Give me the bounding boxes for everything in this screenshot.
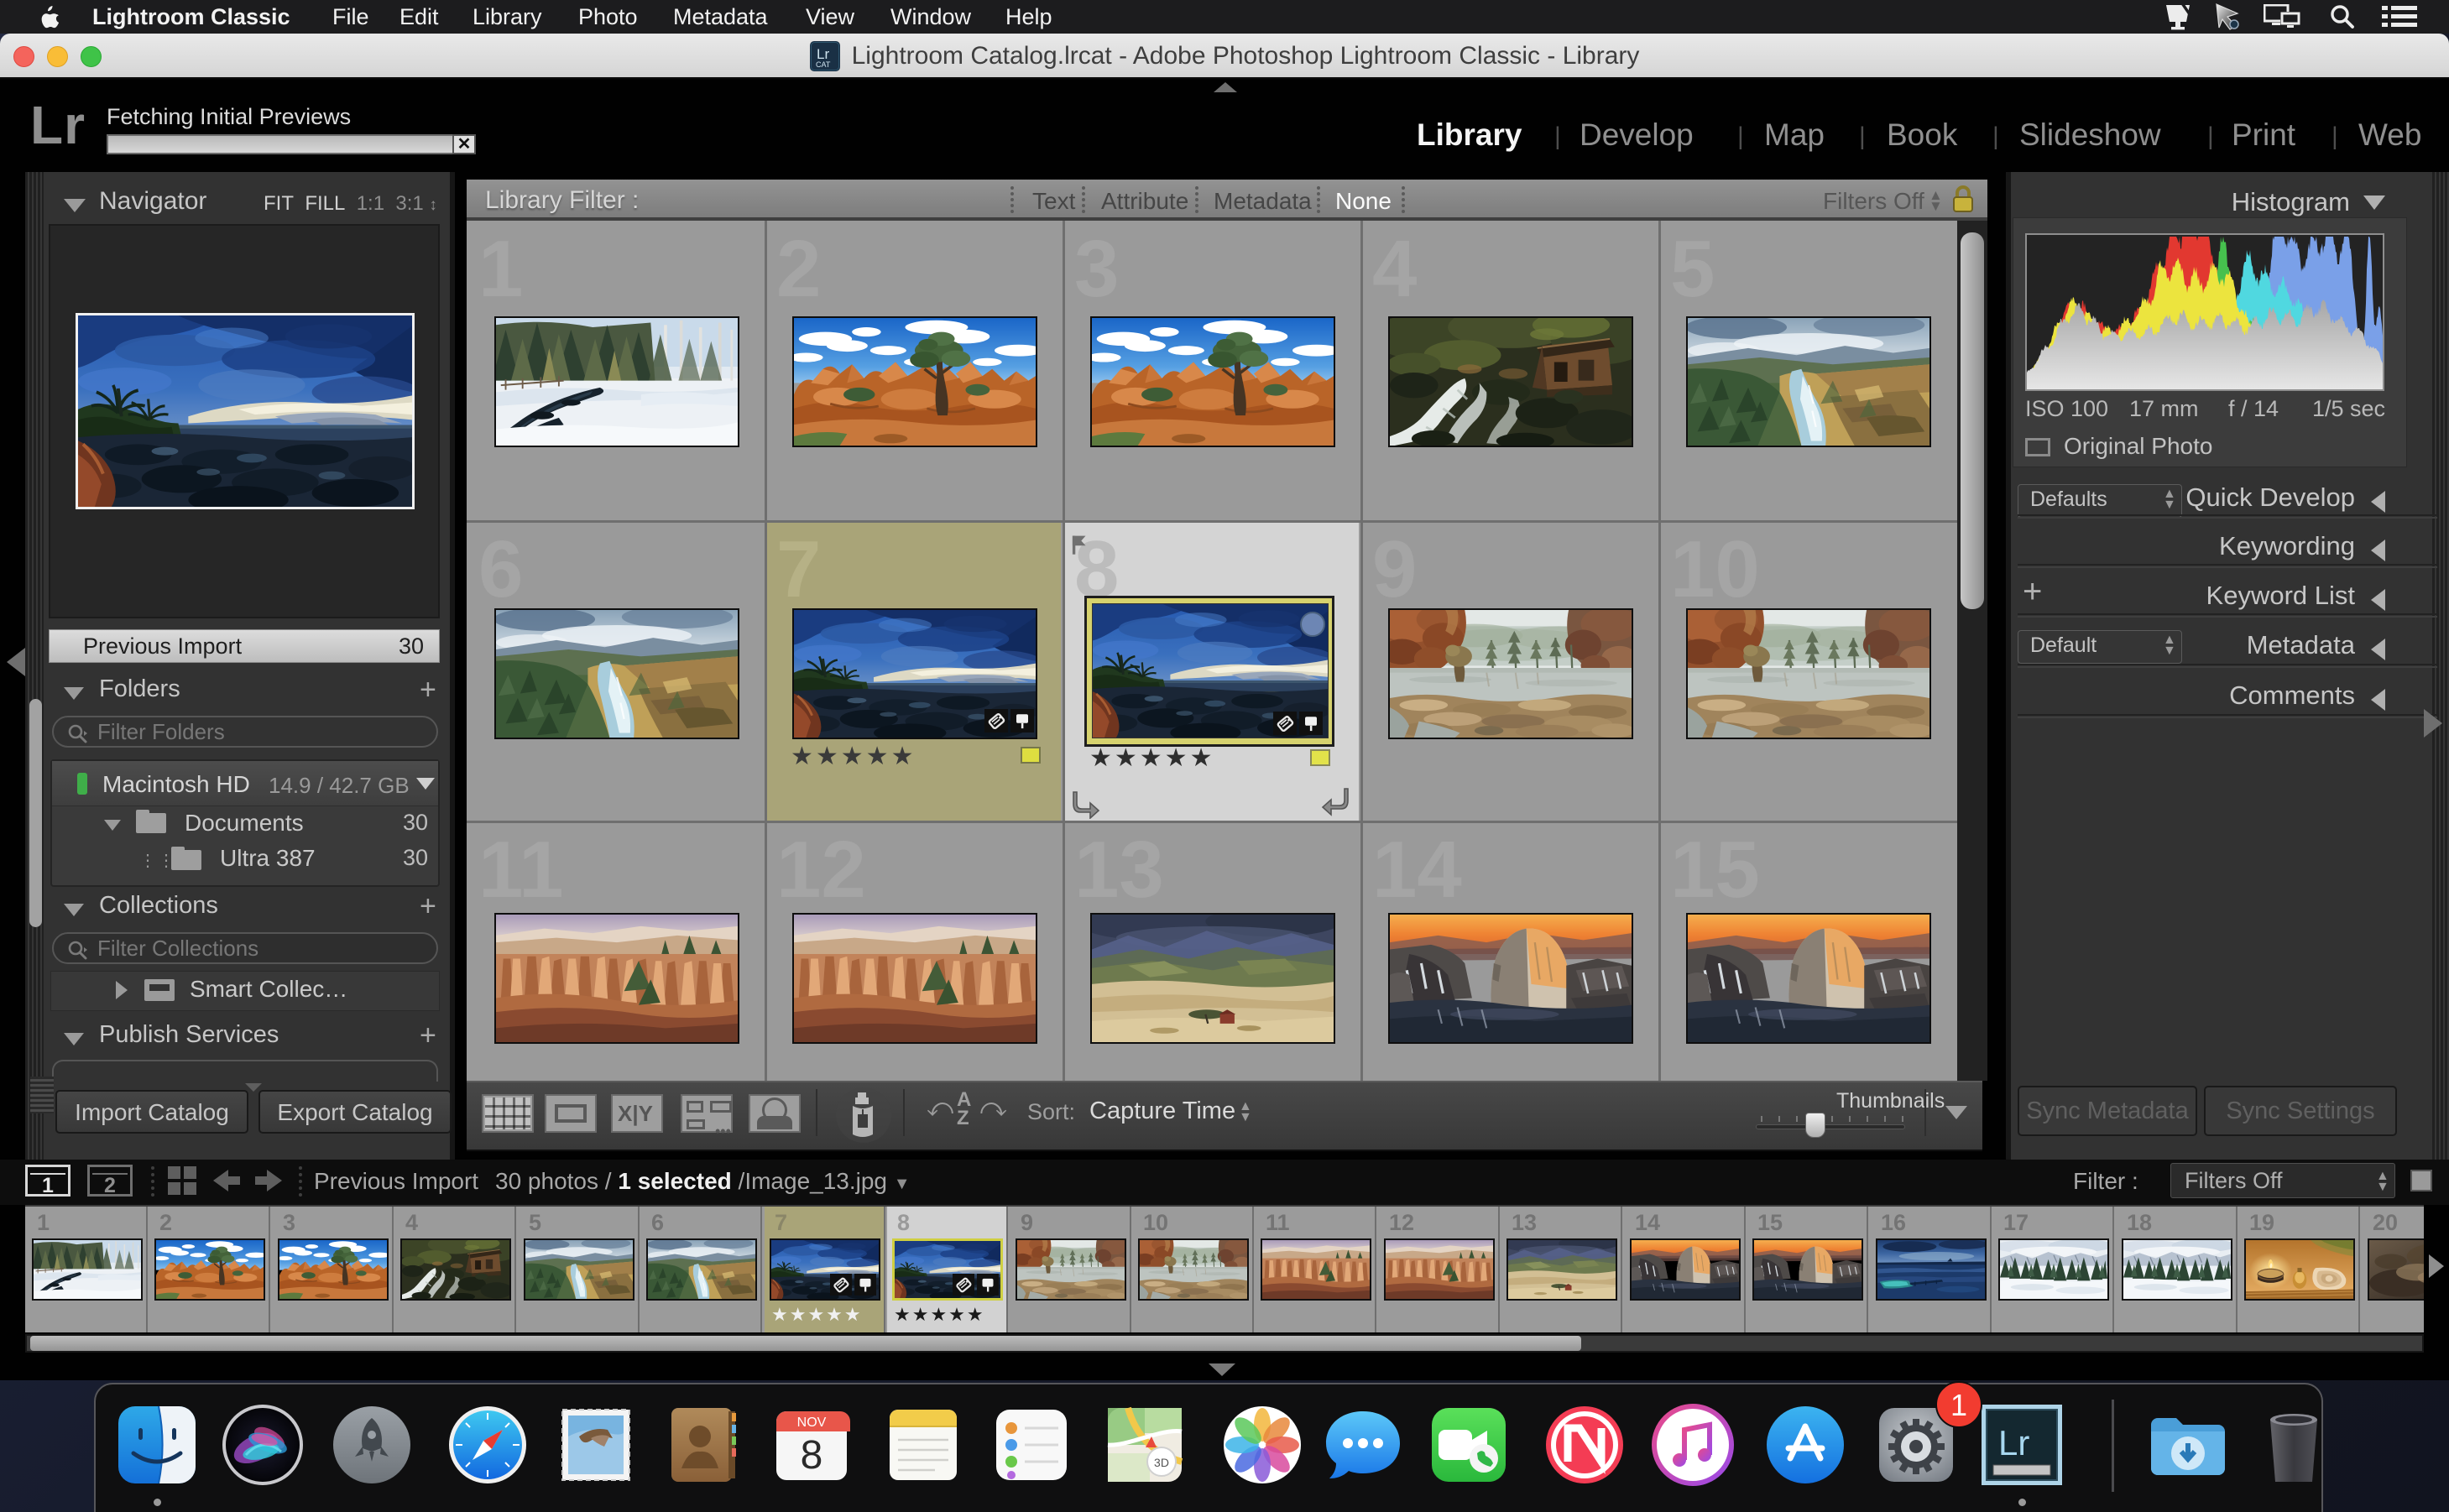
svg-text:8: 8 (801, 1433, 823, 1478)
svg-text:Lr: Lr (1998, 1423, 2029, 1462)
svg-text:3D: 3D (1154, 1456, 1169, 1469)
svg-text:CAT: CAT (816, 60, 831, 69)
svg-text:NOV: NOV (797, 1416, 827, 1430)
